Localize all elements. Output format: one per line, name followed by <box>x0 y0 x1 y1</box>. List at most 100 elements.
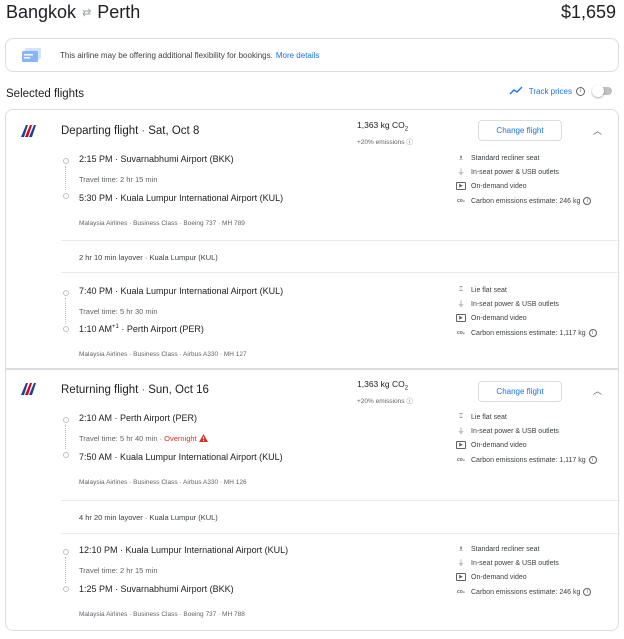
origin-city: Bangkok <box>6 2 77 22</box>
flexibility-banner: This airline may be offering additional … <box>5 38 619 72</box>
travel-time: Travel time: 2 hr 15 min <box>79 566 158 575</box>
amenity-co2: co₂ Carbon emissions estimate: 1,117 kg i <box>456 456 597 464</box>
timeline-dot <box>63 193 69 199</box>
leg-title: Departing flight <box>61 125 139 137</box>
change-returning-button[interactable]: Change flight <box>478 381 562 402</box>
leg-date: Sat, Oct 8 <box>148 125 200 137</box>
power-outlet-icon: ⏚ <box>457 169 465 176</box>
amenity-co2: co₂ Carbon emissions estimate: 1,117 kg i <box>456 329 597 337</box>
track-prices[interactable]: Track prices i <box>509 85 612 97</box>
departure-stop: 2:15 PM · Suvarnabhumi Airport (BKK) <box>79 154 234 164</box>
travel-time: Travel time: 5 hr 30 min <box>79 307 158 316</box>
amenity-video: ▶ On-demand video <box>456 314 527 322</box>
destination-city: Perth <box>97 2 141 22</box>
power-outlet-icon: ⏚ <box>457 301 465 308</box>
departure-stop: 2:10 AM · Perth Airport (PER) <box>79 413 198 423</box>
malaysia-airlines-logo <box>21 383 36 395</box>
route-title: Bangkok ⇄ Perth <box>6 2 140 23</box>
returning-flight-card: Returning flight · Sun, Oct 16 1,363 kg CO… <box>5 369 620 631</box>
timeline-dot <box>63 452 69 458</box>
arrival-stop: 7:50 AM · Kuala Lumpur International Air… <box>79 452 283 462</box>
change-departing-button[interactable]: Change flight <box>478 120 562 141</box>
amenity-video: ▶ On-demand video <box>456 441 527 449</box>
amenity-seat: ⌶ Lie flat seat <box>456 413 507 421</box>
divider <box>61 240 620 241</box>
flight-details: Malaysia Airlines · Business Class · Air… <box>79 479 247 486</box>
info-icon[interactable]: i <box>583 197 592 205</box>
leg-date: Sun, Oct 16 <box>148 384 209 396</box>
warning-icon <box>198 434 208 442</box>
timeline-dot <box>63 326 69 332</box>
seat-icon: ♗ <box>457 155 465 162</box>
arrival-stop: 1:10 AM+1 · Perth Airport (PER) <box>79 324 204 334</box>
overnight-warning: Overnight <box>164 434 197 443</box>
seat-icon: ⌶ <box>458 286 464 293</box>
timeline-dot <box>63 417 69 423</box>
selected-flights-heading: Selected flights <box>6 88 84 100</box>
timeline-line <box>65 557 66 583</box>
info-icon[interactable]: i <box>583 588 592 596</box>
emissions-delta: +20% emissions ⓘ <box>357 398 413 405</box>
seat-icon: ♗ <box>457 546 465 553</box>
info-icon[interactable]: i <box>588 329 597 337</box>
flight-details: Malaysia Airlines · Business Class · Air… <box>79 351 247 358</box>
co2-total: 1,363 kg CO2 <box>357 120 409 133</box>
track-prices-icon <box>509 86 523 95</box>
power-outlet-icon: ⏚ <box>457 560 465 567</box>
amenity-power: ⏚ In-seat power & USB outlets <box>457 168 559 177</box>
amenity-co2: co₂ Carbon emissions estimate: 246 kg i <box>456 588 592 596</box>
video-icon: ▶ <box>456 441 466 449</box>
track-prices-label: Track prices <box>528 86 572 96</box>
travel-time: Travel time: 5 hr 40 min · Overnight <box>79 434 208 443</box>
divider <box>61 533 620 534</box>
timeline-line <box>65 425 66 449</box>
power-outlet-icon: ⏚ <box>457 428 465 435</box>
more-details-link[interactable]: More details <box>276 51 320 60</box>
chevron-up-icon[interactable]: ︿ <box>593 124 602 137</box>
layover-info: 4 hr 20 min layover · Kuala Lumpur (KUL) <box>79 513 218 522</box>
amenity-seat: ⌶ Lie flat seat <box>456 286 507 294</box>
timeline-dot <box>63 586 69 592</box>
timeline-dot <box>63 549 69 555</box>
swap-arrows-icon: ⇄ <box>82 7 92 19</box>
co2-icon: co₂ <box>456 330 466 336</box>
banner-text: This airline may be offering additional … <box>60 50 273 60</box>
divider <box>61 272 620 273</box>
amenity-seat: ♗ Standard recliner seat <box>457 545 540 554</box>
departure-stop: 7:40 PM · Kuala Lumpur International Air… <box>79 286 284 296</box>
timeline-dot <box>63 290 69 296</box>
seat-icon: ⌶ <box>458 413 464 420</box>
video-icon: ▶ <box>456 573 466 581</box>
amenity-power: ⏚ In-seat power & USB outlets <box>457 300 559 309</box>
video-icon: ▶ <box>456 182 466 190</box>
amenity-co2: co₂ Carbon emissions estimate: 246 kg i <box>456 197 592 205</box>
info-icon[interactable]: ⓘ <box>406 398 413 405</box>
total-price: $1,659 <box>560 2 616 22</box>
timeline-line <box>65 166 66 190</box>
track-prices-toggle[interactable] <box>592 85 612 97</box>
flight-details: Malaysia Airlines · Business Class · Boe… <box>79 611 245 618</box>
emissions-delta: +20% emissions ⓘ <box>357 139 413 146</box>
arrival-stop: 1:25 PM · Suvarnabhumi Airport (BKK) <box>79 584 234 594</box>
co2-icon: co₂ <box>456 457 466 463</box>
flight-details: Malaysia Airlines · Business Class · Boe… <box>79 220 245 227</box>
video-icon: ▶ <box>456 314 466 322</box>
timeline-line <box>65 298 66 324</box>
amenity-seat: ♗ Standard recliner seat <box>457 154 540 163</box>
travel-time: Travel time: 2 hr 15 min <box>79 175 158 184</box>
info-icon[interactable]: i <box>588 456 597 464</box>
co2-icon: co₂ <box>456 589 466 595</box>
departure-stop: 12:10 PM · Kuala Lumpur International Ai… <box>79 545 289 555</box>
layover-info: 2 hr 10 min layover · Kuala Lumpur (KUL) <box>79 253 218 262</box>
malaysia-airlines-logo <box>21 125 36 137</box>
info-icon[interactable]: ⓘ <box>406 139 413 146</box>
info-icon[interactable]: i <box>576 86 585 96</box>
amenity-video: ▶ On-demand video <box>456 573 527 581</box>
amenity-video: ▶ On-demand video <box>456 182 527 190</box>
returning-heading: Returning flight · Sun, Oct 16 <box>61 384 209 396</box>
co2-total: 1,363 kg CO2 <box>357 379 409 392</box>
chevron-up-icon[interactable]: ︿ <box>593 384 602 397</box>
arrival-stop: 5:30 PM · Kuala Lumpur International Air… <box>79 193 284 203</box>
amenity-power: ⏚ In-seat power & USB outlets <box>457 427 559 436</box>
timeline-dot <box>63 158 69 164</box>
